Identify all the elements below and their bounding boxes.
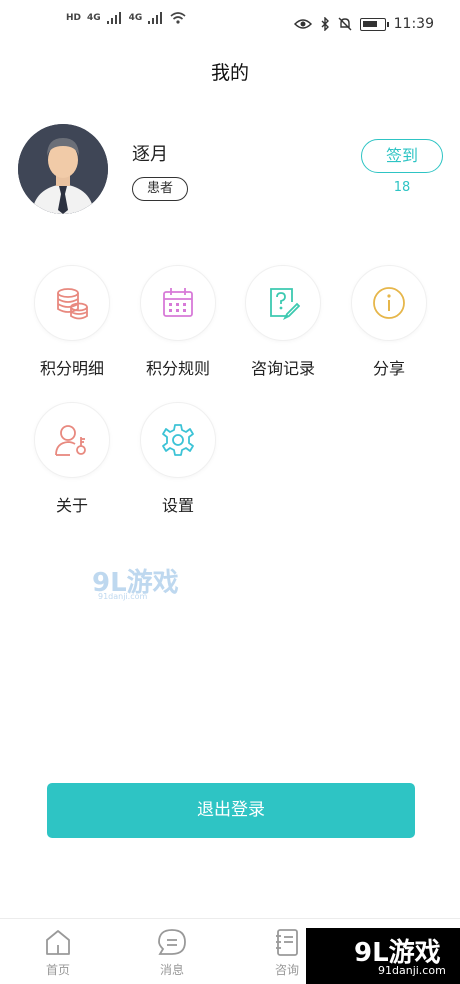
corner-watermark: 9L游戏 91danji.com	[306, 928, 460, 984]
menu-item-consult-records[interactable]: 咨询记录	[230, 265, 336, 385]
menu-item-points-rules[interactable]: 积分规则	[125, 265, 231, 385]
wifi-icon	[170, 12, 186, 24]
signal-4g-indicator-2: 4G	[128, 13, 143, 23]
menu-item-share[interactable]: 分享	[336, 265, 442, 385]
coins-stack-icon	[57, 288, 88, 320]
watermark-url: 91danji.com	[98, 592, 148, 601]
battery-icon	[359, 17, 389, 31]
question-doc-icon	[270, 288, 300, 320]
menu-item-about[interactable]: 关于	[19, 402, 125, 522]
gear-icon	[162, 424, 194, 456]
tab-label: 消息	[159, 963, 184, 977]
menu-item-points-detail[interactable]: 积分明细	[19, 265, 125, 385]
menu-label: 积分明细	[39, 359, 104, 378]
logout-button[interactable]: 退出登录	[47, 783, 415, 838]
clock-time: 11:39	[393, 16, 434, 32]
home-icon	[46, 930, 70, 955]
network-indicators: HD 4G 4G	[66, 12, 186, 24]
menu-item-settings[interactable]: 设置	[125, 402, 231, 522]
signal-icon	[106, 12, 121, 24]
chat-icon	[158, 929, 186, 955]
system-indicators: 11:39	[293, 16, 434, 32]
info-circle-icon	[373, 287, 405, 319]
menu-icon-circle	[351, 265, 427, 341]
menu-icon-circle	[34, 265, 110, 341]
bluetooth-icon	[321, 17, 329, 31]
status-bar: HD 4G 4G 11:39	[0, 0, 460, 52]
corner-watermark-url: 91danji.com	[378, 964, 446, 977]
signal-icon-2	[148, 12, 163, 24]
signin-button[interactable]: 签到	[361, 139, 443, 173]
menu-label: 设置	[161, 496, 194, 515]
menu-icon-circle	[245, 265, 321, 341]
mute-bell-icon	[338, 17, 352, 31]
menu-icon-circle	[140, 265, 216, 341]
menu-label: 关于	[55, 496, 88, 515]
calendar-icon	[163, 288, 193, 317]
tab-home[interactable]: 首页	[18, 927, 98, 978]
signal-4g-indicator: 4G	[87, 13, 101, 23]
site-watermark: 9L游戏 91danji.com	[92, 562, 179, 601]
eye-icon	[293, 19, 312, 29]
user-key-icon	[55, 425, 86, 456]
tab-messages[interactable]: 消息	[132, 927, 212, 978]
avatar-person-icon	[18, 124, 108, 214]
notebook-icon	[276, 929, 298, 956]
signin-count: 18	[393, 180, 411, 195]
menu-icon-circle	[34, 402, 110, 478]
avatar[interactable]	[18, 124, 108, 214]
hd-indicator: HD	[66, 13, 82, 23]
menu-label: 积分规则	[145, 359, 210, 378]
username: 逐月	[132, 144, 168, 165]
menu-icon-circle	[140, 402, 216, 478]
menu-label: 分享	[372, 359, 405, 378]
menu-label: 咨询记录	[250, 359, 315, 378]
role-badge: 患者	[132, 177, 189, 201]
page-title: 我的	[210, 62, 249, 84]
tab-label: 首页	[45, 963, 70, 977]
